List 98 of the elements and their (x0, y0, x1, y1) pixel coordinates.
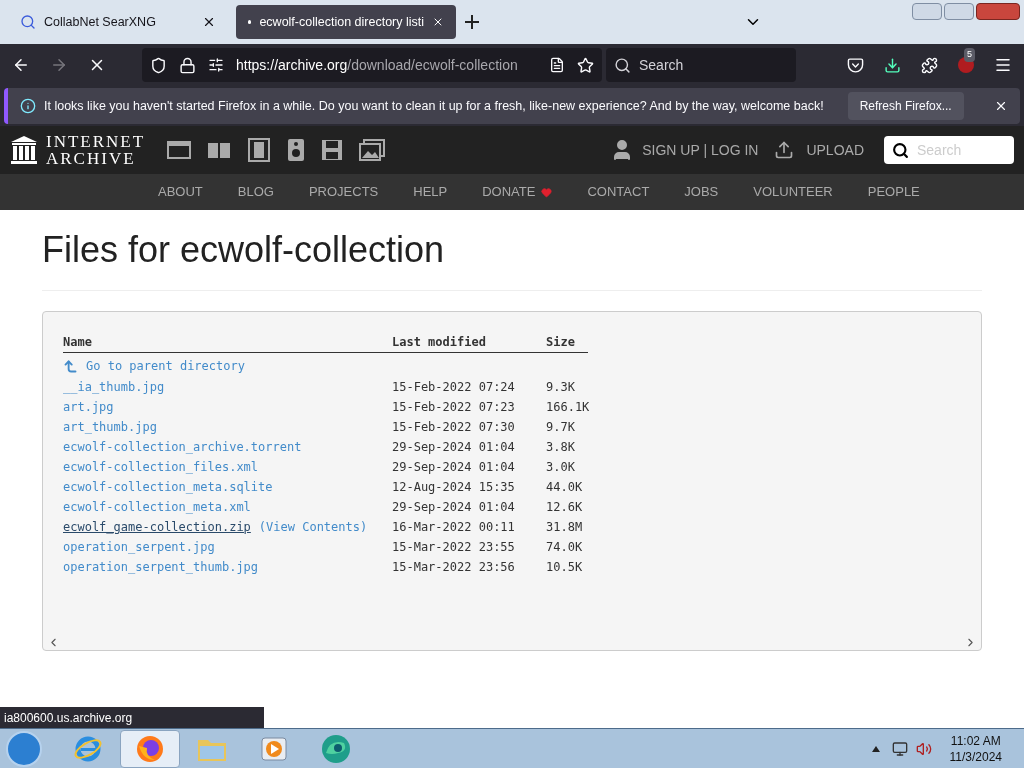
tray-arrow-icon[interactable] (871, 745, 880, 752)
shield-icon (150, 56, 167, 74)
parent-arrow-icon (63, 358, 78, 374)
pocket-icon[interactable] (847, 56, 864, 74)
notification-text: It looks like you haven't started Firefox in a while. Do you want to clean it up for a fresh, like-new experience? And by the way, welcome back! (44, 97, 824, 115)
file-link[interactable]: ecwolf-collection_meta.sqlite (63, 478, 273, 496)
modified-cell-text: 29-Sep-2024 01:04 (392, 459, 516, 476)
nav-link[interactable]: BLOG (237, 182, 274, 202)
tab-title: ecwolf-collection directory listi (259, 13, 425, 31)
search-icon (614, 56, 631, 74)
extensions-icon[interactable] (921, 56, 938, 74)
status-url: ia800600.us.archive.org (0, 707, 264, 728)
browser-tab[interactable]: ecwolf-collection directory listi (236, 5, 456, 39)
nav-link[interactable]: ABOUT (158, 182, 203, 202)
back-icon[interactable] (12, 56, 30, 74)
bookmark-star-icon[interactable] (577, 56, 594, 74)
media-player-icon (260, 734, 288, 763)
search-icon (892, 141, 909, 159)
clock-date[interactable]: 11/3/2024 (949, 748, 1002, 765)
browser-tab[interactable]: CollabNet SearXNG (8, 5, 228, 39)
file-link[interactable]: art.jpg (63, 398, 114, 416)
network-icon[interactable] (891, 740, 908, 757)
modified-cell-text: 12-Aug-2024 15:35 (392, 479, 516, 496)
logo-text: ARCHIVE (46, 150, 137, 167)
size-cell-text: 3.0K (546, 459, 575, 476)
file-link[interactable]: ecwolf-collection_archive.torrent (63, 438, 302, 456)
modified-cell-text: 15-Feb-2022 07:23 (392, 399, 516, 416)
nav-link[interactable]: PROJECTS (308, 182, 379, 202)
size-cell-text: 10.5K (546, 559, 583, 576)
url-text: https://archive.org/download/ecwolf-collection (236, 55, 518, 75)
file-link[interactable]: ecwolf_game-collection.zip (63, 518, 251, 536)
size-cell-text: 74.0K (546, 539, 583, 556)
logo-text: INTERNET (46, 133, 146, 150)
size-cell-text: 166.1K (546, 399, 590, 416)
address-bar[interactable]: https://archive.org/download/ecwolf-collection (142, 48, 602, 82)
size-cell-text: 12.6K (546, 499, 583, 516)
web-window-icon[interactable] (167, 140, 192, 160)
nav-link[interactable]: HELP (413, 182, 448, 202)
refresh-firefox-button[interactable]: Refresh Firefox... (847, 92, 964, 120)
account-link[interactable]: SIGN UP | LOG IN (642, 139, 759, 161)
tab-title: CollabNet SearXNG (44, 13, 157, 31)
reader-icon[interactable] (549, 57, 565, 73)
file-link[interactable]: art_thumb.jpg (63, 418, 157, 436)
page-heading: Files for ecwolf-collection (42, 230, 446, 270)
nav-link[interactable]: PEOPLE (867, 182, 920, 202)
file-link[interactable]: ecwolf-collection_files.xml (63, 458, 259, 476)
new-tab-icon[interactable] (464, 14, 480, 30)
firefox-icon (135, 733, 165, 764)
download-icon[interactable] (884, 56, 901, 74)
nav-link[interactable]: VOLUNTEER (753, 182, 833, 202)
search-field[interactable]: Search (606, 48, 796, 82)
modified-cell-text: 29-Sep-2024 01:04 (392, 439, 516, 456)
speaker-icon[interactable] (287, 138, 306, 162)
menu-icon[interactable] (994, 56, 1012, 74)
browser-wave-icon (320, 732, 352, 765)
taskbar-app[interactable] (120, 729, 180, 768)
upload-link[interactable]: UPLOAD (806, 139, 864, 161)
archive-building-icon (10, 135, 38, 165)
column-header: Last modified (392, 334, 487, 351)
book-icon[interactable] (207, 140, 232, 160)
file-link[interactable]: operation_serpent.jpg (63, 538, 215, 556)
size-cell-text: 9.3K (546, 379, 575, 396)
close-button[interactable] (976, 3, 1020, 20)
film-icon[interactable] (247, 138, 272, 162)
parent-directory-link[interactable]: Go to parent directory (86, 357, 245, 375)
close-icon[interactable] (994, 99, 1008, 113)
modified-cell-text: 15-Feb-2022 07:30 (392, 419, 516, 436)
start-button[interactable] (6, 730, 42, 767)
modified-cell-text: 15-Mar-2022 23:55 (392, 539, 516, 556)
nav-link[interactable]: DONATE (482, 182, 553, 202)
close-icon[interactable] (202, 15, 216, 29)
images-icon[interactable] (359, 139, 386, 161)
heart-icon (541, 186, 553, 198)
size-cell-text: 31.8M (546, 519, 583, 536)
file-link[interactable]: __ia_thumb.jpg (63, 378, 165, 396)
size-cell-text: 9.7K (546, 419, 575, 436)
modified-cell-text: 15-Mar-2022 23:56 (392, 559, 516, 576)
upload-icon[interactable] (774, 140, 795, 160)
column-header: Size (546, 334, 575, 351)
column-header: Name (63, 334, 93, 351)
size-cell-text: 3.8K (546, 439, 575, 456)
permissions-icon (208, 57, 224, 73)
file-link[interactable]: operation_serpent_thumb.jpg (63, 558, 259, 576)
file-link[interactable]: ecwolf-collection_meta.xml (63, 498, 251, 516)
nav-link[interactable]: JOBS (684, 182, 719, 202)
nav-link[interactable]: CONTACT (587, 182, 650, 202)
modified-cell-text: 16-Mar-2022 00:11 (392, 519, 516, 536)
clock-time[interactable]: 11:02 AM (950, 732, 1001, 749)
muted-volume-icon[interactable] (915, 740, 932, 757)
forward-icon[interactable] (50, 56, 68, 74)
info-icon (20, 98, 36, 114)
modified-cell-text: 15-Feb-2022 07:24 (392, 379, 516, 396)
modified-cell-text: 29-Sep-2024 01:04 (392, 499, 516, 516)
size-cell-text: 44.0K (546, 479, 583, 496)
lock-icon (179, 56, 196, 74)
search-icon (20, 14, 36, 30)
view-contents-link[interactable]: (View Contents) (258, 518, 368, 536)
extension-badge: 5 (964, 48, 975, 62)
